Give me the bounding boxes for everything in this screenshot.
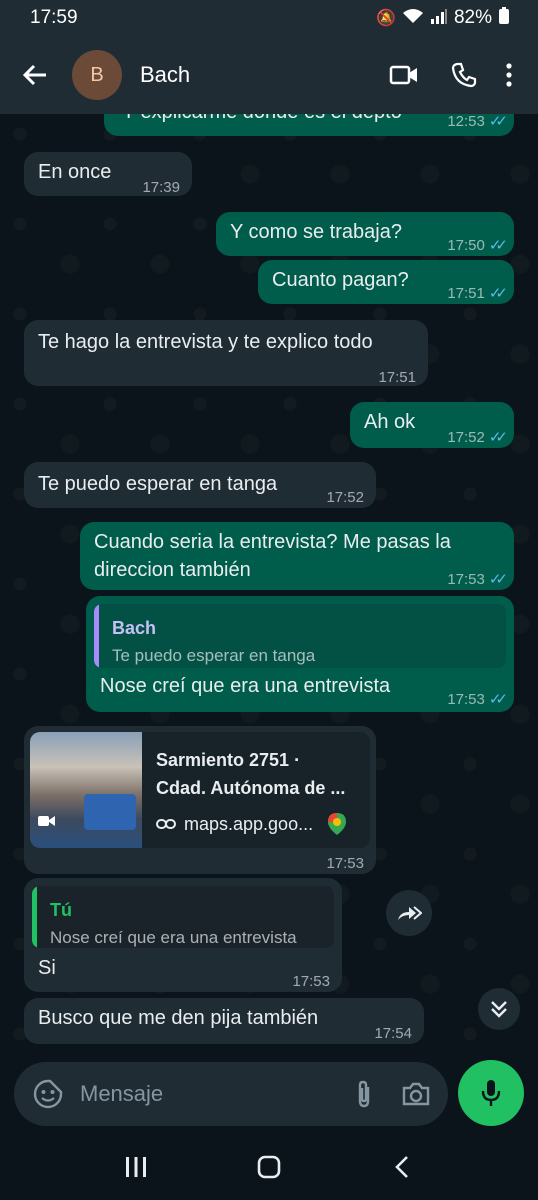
message-outgoing-reply[interactable]: Bach Te puedo esperar en tanga Nose creí… (86, 596, 514, 712)
location-preview-card[interactable]: Sarmiento 2751 · Cdad. Autónoma de ... m… (30, 732, 370, 848)
time-label: 17:53 (447, 571, 485, 588)
microphone-icon (481, 1080, 501, 1106)
system-navigation-bar (0, 1134, 538, 1200)
message-incoming[interactable]: Busco que me den pija también 17:54 (24, 998, 424, 1044)
time-label: 17:50 (447, 237, 485, 254)
quoted-message[interactable]: Bach Te puedo esperar en tanga (94, 604, 506, 668)
quoted-message[interactable]: Tú Nose creí que era una entrevista (32, 886, 334, 948)
message-time: 12:53 ✓✓ (447, 114, 508, 136)
phone-call-icon[interactable] (434, 55, 494, 95)
message-outgoing[interactable]: Y como se trabaja? 17:50 ✓✓ (216, 212, 514, 256)
time-label: 17:52 (447, 429, 485, 446)
avatar[interactable]: B (72, 50, 122, 100)
camera-icon[interactable] (396, 1074, 436, 1114)
back-nav-icon[interactable] (377, 1147, 427, 1187)
read-ticks-icon: ✓✓ (488, 571, 508, 588)
message-text: Ah ok (364, 411, 416, 433)
video-camera-icon (38, 810, 56, 838)
message-text: En once (38, 161, 112, 183)
read-ticks-icon: ✓✓ (488, 237, 508, 254)
location-title: Sarmiento 2751 · Cdad. Autónoma de ... (156, 746, 356, 802)
more-options-icon[interactable] (494, 55, 524, 95)
time-label: 17:51 (447, 285, 485, 302)
location-link[interactable]: maps.app.goo... (156, 810, 347, 838)
read-ticks-icon: ✓✓ (488, 691, 508, 708)
quote-text: Te puedo esperar en tanga (112, 646, 316, 665)
message-text-line-2: direccion también (94, 559, 251, 581)
location-title-line-1: Sarmiento 2751 · (156, 750, 301, 770)
message-composer[interactable]: Mensaje (14, 1062, 448, 1126)
link-icon (156, 819, 176, 829)
message-text: Si (38, 957, 56, 979)
message-time: 17:52 ✓✓ (447, 424, 508, 452)
double-chevron-down-icon (491, 1001, 507, 1018)
message-text: Cuanto pagan? (272, 269, 409, 291)
battery-level: 82% (453, 7, 492, 28)
signal-icon (430, 8, 448, 29)
message-outgoing[interactable]: Cuanto pagan? 17:51 ✓✓ (258, 260, 514, 304)
scroll-to-bottom-button[interactable] (478, 988, 520, 1030)
battery-icon (498, 6, 510, 30)
location-title-line-2: Cdad. Autónoma de ... (156, 778, 346, 798)
message-time: 17:53 ✓✓ (447, 686, 508, 714)
message-time: 17:54 (374, 1025, 412, 1042)
chat-header: B Bach (0, 36, 538, 114)
read-ticks-icon: ✓✓ (488, 285, 508, 302)
message-time: 17:39 (142, 179, 180, 196)
message-text-line-1: Cuando seria la entrevista? Me pasas la (94, 531, 451, 553)
message-input[interactable]: Mensaje (80, 1081, 344, 1107)
message-text: Nose creí que era una entrevista (100, 675, 391, 697)
home-icon[interactable] (244, 1147, 294, 1187)
quote-bar (94, 604, 99, 668)
message-outgoing[interactable]: Cuando seria la entrevista? Me pasas la … (80, 522, 514, 590)
message-time: 17:50 ✓✓ (447, 232, 508, 260)
time-label: 17:53 (447, 691, 485, 708)
message-outgoing[interactable]: Ah ok 17:52 ✓✓ (350, 402, 514, 448)
maps-pin-icon (328, 813, 347, 835)
message-text: Te hago la entrevista y te explico todo (38, 331, 373, 353)
back-arrow-icon[interactable] (20, 60, 50, 90)
status-bar: 17:59 🔕 82% (0, 0, 538, 36)
message-time: 17:53 (326, 855, 364, 872)
status-time: 17:59 (30, 7, 78, 28)
message-time: 17:53 (292, 973, 330, 990)
message-outgoing[interactable]: Y explicarme donde es el depto 12:53✓✓ (104, 114, 514, 136)
read-ticks-icon: ✓✓ (488, 114, 508, 130)
message-text: Y como se trabaja? (230, 221, 402, 243)
street-view-thumbnail[interactable] (30, 732, 142, 848)
recent-apps-icon[interactable] (111, 1147, 161, 1187)
message-incoming-reply[interactable]: Tú Nose creí que era una entrevista Si 1… (24, 878, 342, 992)
chat-area[interactable]: Y explicarme donde es el depto 12:53✓✓ E… (0, 114, 538, 1054)
voice-message-button[interactable] (458, 1060, 524, 1126)
truck-image (84, 794, 136, 830)
emoji-sticker-icon[interactable] (28, 1074, 68, 1114)
wifi-icon (402, 8, 424, 29)
time-label: 12:53 (447, 114, 485, 130)
video-call-icon[interactable] (374, 55, 434, 95)
quote-text: Nose creí que era una entrevista (50, 928, 297, 947)
quote-author: Tú (50, 900, 72, 920)
quote-bar (32, 886, 37, 948)
attach-icon[interactable] (344, 1074, 384, 1114)
message-time: 17:51 ✓✓ (447, 280, 508, 308)
contact-name[interactable]: Bach (140, 62, 374, 88)
message-incoming[interactable]: Te puedo esperar en tanga 17:52 (24, 462, 376, 508)
message-text: Te puedo esperar en tanga (38, 473, 278, 495)
message-text: Busco que me den pija también (38, 1007, 319, 1029)
message-time: 17:53 ✓✓ (447, 566, 508, 594)
message-incoming-location[interactable]: Sarmiento 2751 · Cdad. Autónoma de ... m… (24, 726, 376, 874)
message-text: Y explicarme donde es el depto (122, 114, 402, 126)
message-incoming[interactable]: En once 17:39 (24, 152, 192, 196)
status-icons: 🔕 82% (376, 6, 510, 30)
link-text: maps.app.goo... (184, 814, 314, 834)
quote-author: Bach (112, 618, 157, 638)
forward-icon[interactable] (386, 890, 432, 936)
mute-icon: 🔕 (376, 10, 396, 27)
message-incoming[interactable]: Te hago la entrevista y te explico todo … (24, 320, 428, 386)
read-ticks-icon: ✓✓ (488, 429, 508, 446)
message-time: 17:52 (326, 489, 364, 506)
message-time: 17:51 (378, 369, 416, 386)
